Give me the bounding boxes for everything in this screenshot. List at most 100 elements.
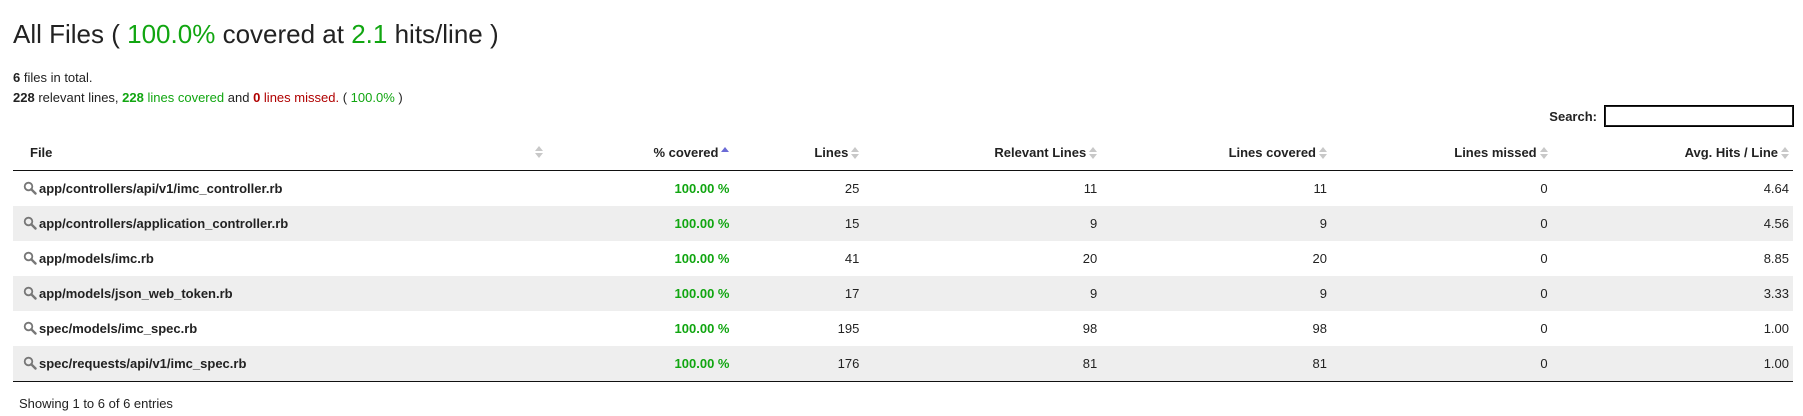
- file-cell: app/models/imc.rb: [13, 241, 545, 276]
- table-info: Showing 1 to 6 of 6 entries: [19, 396, 173, 411]
- summary-percent: 100.0%: [350, 90, 395, 105]
- col-avg-hits-label: Avg. Hits / Line: [1684, 144, 1778, 160]
- relevant-text: relevant lines,: [38, 90, 119, 105]
- missed-text: lines missed.: [263, 90, 340, 105]
- lines-summary-line: 228 relevant lines, 228 lines covered an…: [13, 88, 403, 108]
- coverage-summary: 6 files in total. 228 relevant lines, 22…: [13, 68, 403, 108]
- lines-cell: 17: [733, 276, 864, 311]
- lines-covered-cell: 81: [1101, 346, 1331, 382]
- covered-count: 228: [122, 90, 144, 105]
- col-lines-label: Lines: [814, 144, 849, 160]
- file-link[interactable]: app/controllers/api/v1/imc_controller.rb: [39, 181, 282, 196]
- sort-ascending-icon: [721, 147, 730, 159]
- covered-percent-cell: 100.00 %: [674, 321, 730, 336]
- col-file-label: File: [30, 144, 53, 160]
- avg-hits-cell: 4.56: [1551, 206, 1793, 241]
- col-covered-label: % covered: [653, 144, 719, 160]
- table-row: spec/requests/api/v1/imc_spec.rb 100.00 %…: [13, 346, 1793, 382]
- sort-icon: [1319, 147, 1327, 160]
- sort-icon: [851, 147, 860, 160]
- file-cell: app/controllers/api/v1/imc_controller.rb: [13, 171, 545, 207]
- file-cell: spec/requests/api/v1/imc_spec.rb: [13, 346, 546, 382]
- title-hits: 2.1: [351, 19, 388, 49]
- covered-percent-cell: 100.00 %: [674, 181, 730, 196]
- file-link[interactable]: app/controllers/application_controller.r…: [39, 216, 288, 231]
- covered-percent-cell: 100.00 %: [545, 206, 734, 241]
- search-input[interactable]: [1604, 105, 1794, 127]
- col-lines-header[interactable]: Lines: [733, 134, 864, 171]
- lines-missed-cell: 0: [1331, 346, 1552, 382]
- col-lines-covered-header[interactable]: Lines covered: [1101, 134, 1331, 171]
- covered-percent-cell: 100.00 %: [545, 346, 734, 382]
- sort-icon: [1089, 147, 1098, 160]
- relevant-lines-cell: 98: [1082, 321, 1098, 336]
- table-row: app/controllers/api/v1/imc_controller.rb…: [13, 171, 1793, 207]
- sort-icon: [535, 146, 544, 158]
- title-suffix: hits/line ): [394, 19, 499, 49]
- lines-cell: 176: [733, 346, 864, 382]
- table-row: app/controllers/application_controller.r…: [13, 206, 1793, 241]
- table-header-row: File % covered Lines Relevant Lines Line…: [13, 134, 1793, 171]
- coverage-page: All Files ( 100.0% covered at 2.1 hits/l…: [0, 0, 1803, 416]
- title-middle: covered at: [222, 19, 344, 49]
- col-avg-hits-header[interactable]: Avg. Hits / Line: [1551, 134, 1793, 171]
- col-lines-missed-header[interactable]: Lines missed: [1331, 134, 1552, 171]
- lines-covered-cell: 20: [1312, 251, 1327, 266]
- relevant-lines-cell: 9: [863, 276, 1102, 311]
- relevant-lines-cell: 20: [1082, 251, 1098, 266]
- relevant-lines-cell: 9: [863, 206, 1102, 241]
- avg-hits-cell: 3.33: [1551, 276, 1793, 311]
- lines-cell: 25: [844, 181, 860, 196]
- lines-missed-cell: 0: [1540, 251, 1548, 266]
- table-row: app/models/imc.rb 100.00 % 41 20 20 0 8.85: [13, 241, 1793, 276]
- relevant-count: 228: [13, 90, 35, 105]
- files-text: files in total.: [23, 70, 93, 85]
- file-link[interactable]: spec/models/imc_spec.rb: [39, 321, 197, 336]
- lines-missed-cell: 0: [1540, 181, 1548, 196]
- magnifier-icon[interactable]: [23, 286, 37, 300]
- file-cell: app/models/json_web_token.rb: [13, 276, 546, 311]
- paren-open: (: [342, 90, 348, 105]
- table-body: app/controllers/api/v1/imc_controller.rb…: [13, 171, 1793, 382]
- lines-covered-cell: 9: [1101, 276, 1331, 311]
- missed-count: 0: [253, 90, 261, 105]
- table-row: app/models/json_web_token.rb 100.00 % 17 9 9…: [13, 276, 1793, 311]
- table-row: spec/models/imc_spec.rb 100.00 % 195 98 98 0 1…: [13, 311, 1793, 346]
- magnifier-icon[interactable]: [23, 356, 37, 370]
- avg-hits-cell: 8.85: [1763, 251, 1789, 266]
- lines-cell: 195: [837, 321, 860, 336]
- col-relevant-header[interactable]: Relevant Lines: [863, 134, 1102, 171]
- file-link[interactable]: app/models/json_web_token.rb: [39, 286, 233, 301]
- lines-missed-cell: 0: [1331, 206, 1552, 241]
- and-text: and: [227, 90, 250, 105]
- col-file-header[interactable]: File: [13, 134, 546, 171]
- relevant-lines-cell: 81: [863, 346, 1102, 382]
- covered-percent-cell: 100.00 %: [545, 276, 734, 311]
- magnifier-icon[interactable]: [23, 251, 37, 265]
- title-percent: 100.0%: [127, 19, 216, 49]
- covered-percent-cell: 100.00 %: [674, 251, 730, 266]
- relevant-lines-cell: 11: [1083, 181, 1098, 196]
- search-label: Search:: [1549, 108, 1597, 124]
- lines-cell: 41: [844, 251, 860, 266]
- avg-hits-cell: 1.00: [1763, 321, 1789, 336]
- col-lines-missed-label: Lines missed: [1454, 144, 1537, 160]
- col-covered-header[interactable]: % covered: [545, 134, 734, 171]
- coverage-table: File % covered Lines Relevant Lines Line…: [13, 134, 1793, 382]
- covered-text: lines covered: [147, 90, 225, 105]
- lines-missed-cell: 0: [1540, 321, 1548, 336]
- magnifier-icon[interactable]: [23, 181, 37, 195]
- avg-hits-cell: 4.64: [1763, 181, 1789, 196]
- col-lines-covered-label: Lines covered: [1228, 144, 1316, 160]
- search-area: Search:: [1549, 105, 1794, 127]
- magnifier-icon[interactable]: [23, 216, 37, 230]
- col-relevant-label: Relevant Lines: [994, 144, 1087, 160]
- lines-covered-cell: 11: [1313, 181, 1328, 196]
- paren-close: ): [398, 90, 403, 105]
- magnifier-icon[interactable]: [23, 321, 37, 335]
- sort-icon: [1781, 147, 1789, 160]
- file-link[interactable]: spec/requests/api/v1/imc_spec.rb: [39, 356, 246, 371]
- file-link[interactable]: app/models/imc.rb: [39, 251, 154, 266]
- lines-cell: 15: [733, 206, 864, 241]
- files-total-line: 6 files in total.: [13, 68, 403, 88]
